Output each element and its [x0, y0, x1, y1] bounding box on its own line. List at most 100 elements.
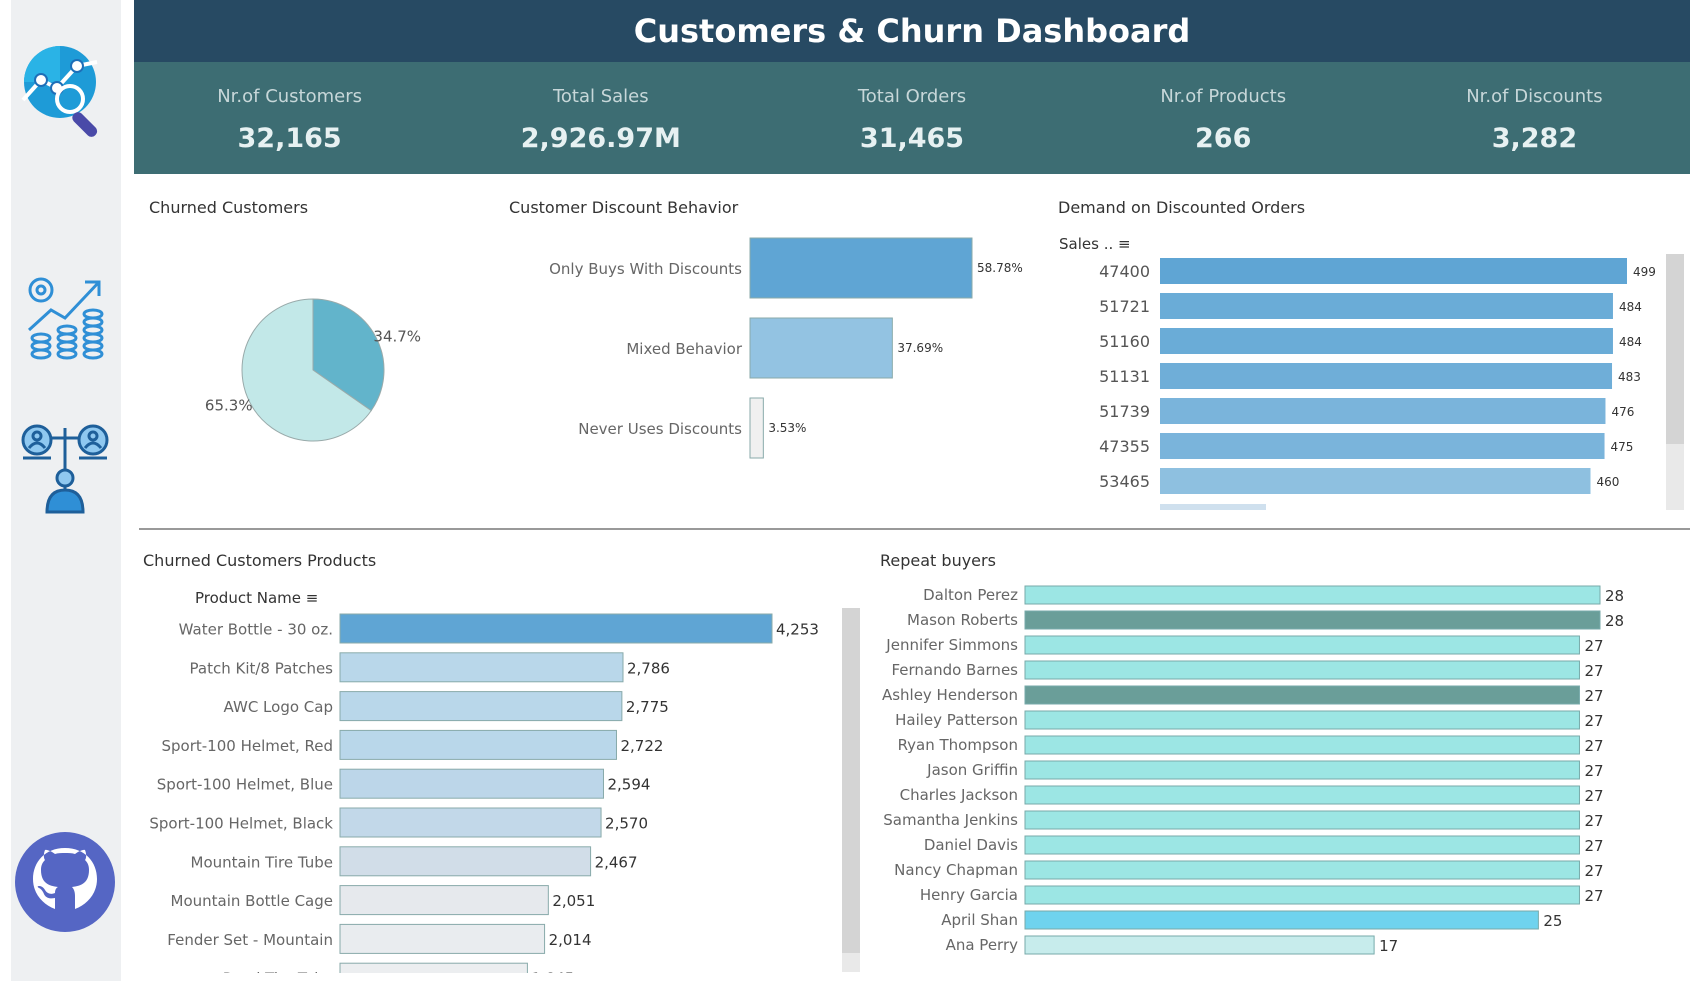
bar: [1160, 293, 1613, 319]
pie-slice-label: 65.3%: [205, 397, 253, 415]
data-label: 1,845: [531, 970, 574, 973]
bar: [1160, 433, 1605, 459]
category-label: Nancy Chapman: [894, 861, 1018, 879]
bar: [339, 613, 773, 644]
category-label: Sport-100 Helmet, Black: [149, 815, 333, 833]
data-label: 27: [1584, 887, 1603, 905]
analytics-search-icon[interactable]: [15, 44, 115, 144]
kpi-value: 32,165: [237, 123, 342, 154]
bar: [1160, 258, 1627, 284]
category-label: Jennifer Simmons: [885, 636, 1018, 654]
data-label: 2,467: [595, 853, 638, 871]
kpi-products: Nr.of Products 266: [1068, 62, 1379, 174]
sales-growth-icon[interactable]: [25, 270, 109, 366]
bar: [339, 962, 528, 973]
bar: [1024, 635, 1580, 655]
kpi-value: 3,282: [1491, 123, 1578, 154]
data-label: 27: [1584, 662, 1603, 680]
data-label: 2,570: [605, 815, 648, 833]
data-label: 2,051: [552, 892, 595, 910]
category-label: Only Buys With Discounts: [549, 260, 742, 278]
category-label: 53465: [1099, 472, 1150, 491]
bar: [1024, 860, 1580, 880]
demand-sort-header[interactable]: Sales .. ≡: [1059, 235, 1131, 253]
data-label: 483: [1618, 370, 1641, 384]
discount-behavior-title: Customer Discount Behavior: [509, 198, 739, 217]
kpi-label: Total Sales: [552, 86, 649, 107]
category-label: Ashley Henderson: [882, 686, 1018, 704]
data-label: 27: [1584, 837, 1603, 855]
sort-icon[interactable]: ≡: [1118, 235, 1131, 253]
category-label: 51160: [1099, 332, 1150, 351]
data-label: 499: [1633, 265, 1656, 279]
kpi-label: Nr.of Customers: [217, 86, 363, 107]
category-label: Mountain Tire Tube: [191, 853, 334, 871]
bar: [1024, 660, 1580, 680]
category-label: Ana Perry: [946, 936, 1019, 954]
bar: [339, 652, 624, 683]
data-label: 3.53%: [768, 421, 806, 435]
data-label: 2,786: [627, 659, 670, 677]
bar: [1024, 810, 1580, 830]
kpi-value: 266: [1195, 123, 1252, 154]
category-label: Road Tire Tube: [223, 970, 333, 973]
data-label: 27: [1584, 737, 1603, 755]
bar: [1024, 785, 1580, 805]
bar: [1160, 328, 1613, 354]
kpi-label: Nr.of Products: [1160, 86, 1287, 107]
demand-title: Demand on Discounted Orders: [1058, 198, 1306, 217]
data-label: 17: [1379, 937, 1398, 955]
data-label: 4,253: [776, 621, 819, 639]
kpi-customers: Nr.of Customers 32,165: [134, 62, 445, 174]
category-label: Ryan Thompson: [898, 736, 1018, 754]
category-label: Charles Jackson: [900, 786, 1018, 804]
bar: [1024, 735, 1580, 755]
data-label: 484: [1619, 300, 1642, 314]
category-label: Fernando Barnes: [891, 661, 1018, 679]
bar: [1024, 585, 1601, 605]
bar: [1024, 610, 1601, 630]
products-sort-header[interactable]: Product Name ≡: [195, 589, 318, 607]
kpi-value: 31,465: [859, 123, 965, 154]
bar: [1160, 468, 1591, 494]
bar: [1024, 835, 1580, 855]
page-title: Customers & Churn Dashboard: [633, 12, 1191, 50]
data-label: 27: [1584, 762, 1603, 780]
repeat-buyers-title: Repeat buyers: [880, 551, 996, 570]
category-label: AWC Logo Cap: [224, 698, 333, 716]
category-label: Mixed Behavior: [626, 340, 742, 358]
kpi-label: Total Orders: [857, 86, 967, 107]
kpi-value: 2,926.97M: [520, 123, 681, 154]
bar: [1024, 685, 1580, 705]
category-label: Daniel Davis: [924, 836, 1018, 854]
scroll-thumb[interactable]: [1666, 254, 1684, 444]
category-label: Sport-100 Helmet, Red: [161, 737, 333, 755]
repeat-buyers-chart: Dalton Perez 28 Mason Roberts 28 Jennifer Si…: [882, 585, 1624, 955]
section-divider: [139, 528, 1690, 530]
category-label: Dalton Perez: [923, 586, 1018, 604]
scroll-thumb[interactable]: [842, 608, 860, 953]
products-scrollbar[interactable]: [842, 608, 860, 972]
data-label: 25: [1543, 912, 1562, 930]
pie-slice-label: 34.7%: [373, 327, 421, 345]
customer-balance-icon[interactable]: [17, 420, 113, 516]
data-label: 2,722: [620, 737, 663, 755]
category-label: 47355: [1099, 437, 1150, 456]
category-label: 51721: [1099, 297, 1150, 316]
data-label: 27: [1584, 787, 1603, 805]
category-label: Sport-100 Helmet, Blue: [157, 776, 333, 794]
bar: [749, 317, 893, 379]
demand-scrollbar[interactable]: [1666, 254, 1684, 510]
discount-behavior-chart: Only Buys With Discounts 58.78% Mixed Beha…: [549, 237, 1023, 459]
data-label: 27: [1584, 712, 1603, 730]
github-icon[interactable]: [15, 832, 115, 932]
category-label: Samantha Jenkins: [883, 811, 1018, 829]
kpi-discounts: Nr.of Discounts 3,282: [1379, 62, 1690, 174]
category-label: 47400: [1099, 262, 1150, 281]
sidebar: [11, 0, 121, 981]
sort-icon[interactable]: ≡: [306, 589, 319, 607]
data-label: 28: [1605, 587, 1624, 605]
data-label: 27: [1584, 687, 1603, 705]
category-label: 51739: [1099, 402, 1150, 421]
bar: [339, 923, 546, 954]
